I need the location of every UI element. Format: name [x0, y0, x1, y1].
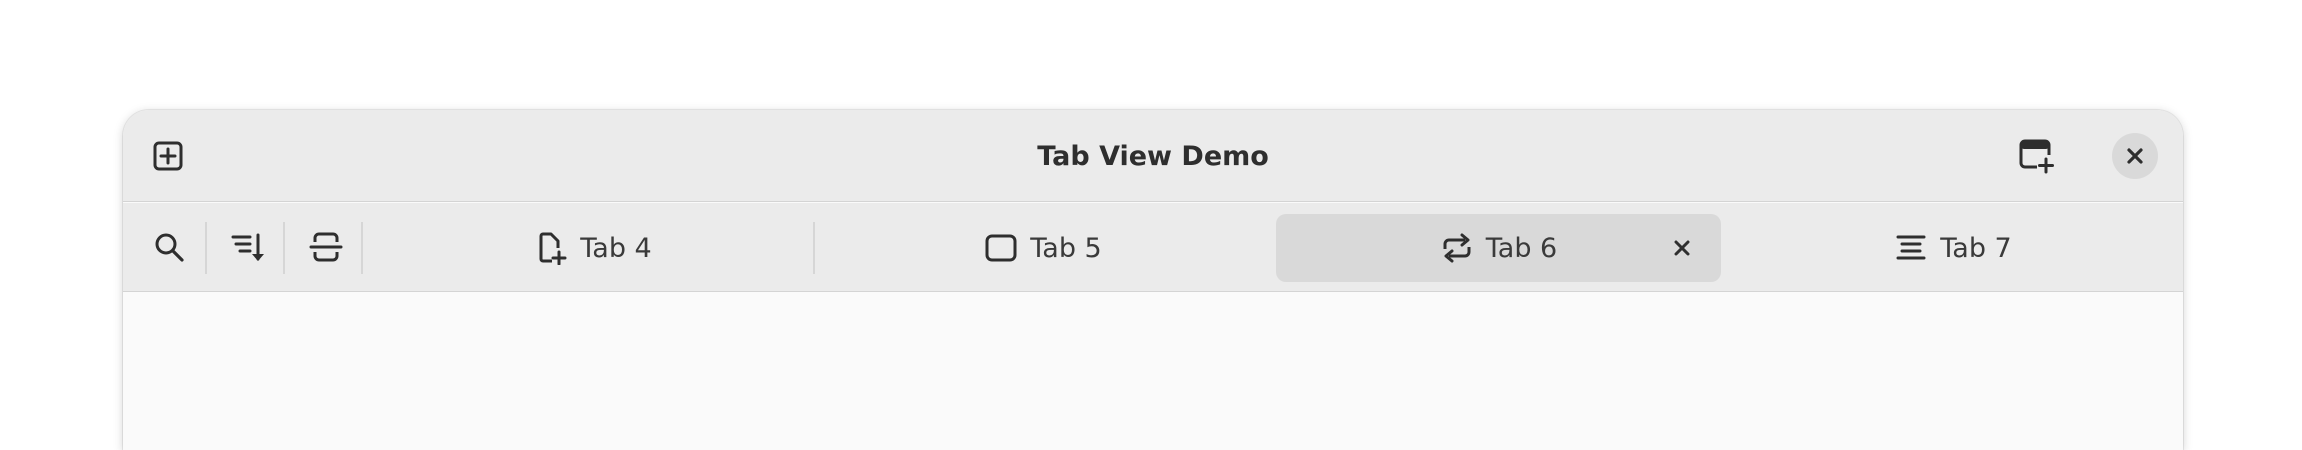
tab-bar: Tab 4 Tab 5 Tab 6 Tab 7: [123, 203, 2183, 292]
justify-fill-icon: [1894, 231, 1928, 265]
close-button[interactable]: [2112, 133, 2158, 179]
page-break-icon: [309, 230, 343, 264]
close-icon: [2125, 146, 2145, 166]
tab-label: Tab 5: [1030, 232, 1102, 264]
tab-label: Tab 7: [1940, 232, 2012, 264]
tab-close-button[interactable]: [1665, 231, 1699, 265]
tab-label: Tab 4: [580, 232, 652, 264]
app-window: Tab View Demo Tab 4 Tab 5 Tab 6 Tab 7: [123, 110, 2183, 450]
tab-5[interactable]: Tab 5: [823, 214, 1263, 282]
tab-4[interactable]: Tab 4: [373, 214, 813, 282]
new-window-button[interactable]: [2013, 133, 2059, 179]
separator: [205, 222, 207, 274]
window-frame-icon: [984, 231, 1018, 265]
tab-7[interactable]: Tab 7: [1733, 214, 2173, 282]
header-bar: Tab View Demo: [123, 110, 2183, 202]
tab-6[interactable]: Tab 6: [1276, 214, 1721, 282]
tab-label: Tab 6: [1485, 232, 1558, 264]
close-icon: [1672, 238, 1692, 258]
separator: [361, 222, 363, 274]
sort-descending-icon: [230, 229, 266, 265]
window-title: Tab View Demo: [1037, 140, 1269, 172]
separator: [813, 222, 815, 274]
separator: [283, 222, 285, 274]
tab-new-icon: [151, 139, 185, 173]
tab-content-area: [123, 293, 2183, 450]
sort-button[interactable]: [225, 224, 271, 270]
document-new-icon: [534, 231, 568, 265]
window-new-icon: [2017, 137, 2055, 175]
search-icon: [152, 230, 186, 264]
new-tab-button[interactable]: [145, 133, 191, 179]
page-break-button[interactable]: [303, 224, 349, 270]
search-button[interactable]: [146, 224, 192, 270]
media-playlist-repeat-icon: [1440, 231, 1474, 265]
